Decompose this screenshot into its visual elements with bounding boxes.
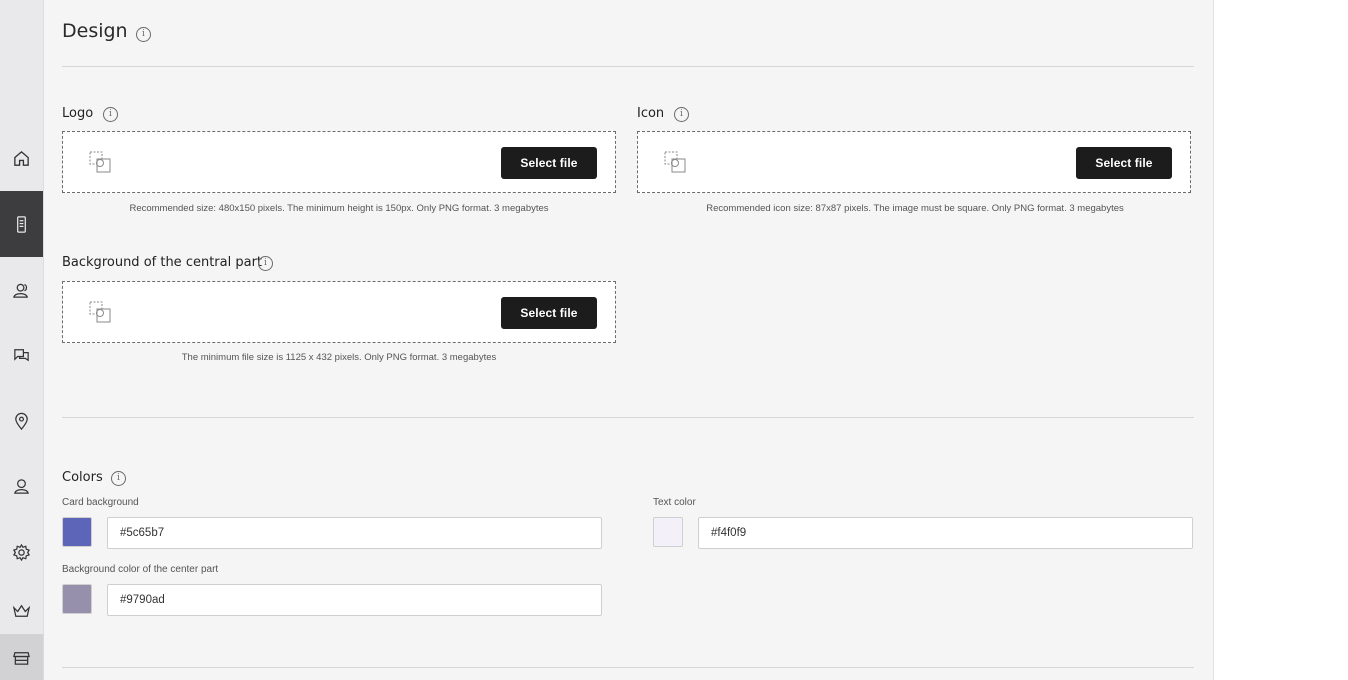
background-label: Background of the central part — [62, 255, 263, 270]
image-placeholder-icon — [89, 301, 111, 323]
home-icon — [14, 150, 29, 166]
sidebar-item-chat[interactable] — [0, 322, 43, 388]
card-background-label: Card background — [62, 497, 139, 508]
center-background-label: Background color of the center part — [62, 564, 219, 575]
sidebar-item-store[interactable] — [0, 634, 43, 680]
center-background-input[interactable]: #9790ad — [107, 584, 602, 616]
sidebar-item-devices[interactable] — [0, 191, 43, 257]
right-pane — [1214, 0, 1348, 680]
icon-info-icon[interactable]: i — [674, 107, 689, 122]
users-icon — [13, 283, 28, 298]
divider — [62, 667, 1194, 668]
logo-info-icon[interactable]: i — [103, 107, 118, 122]
logo-hint: Recommended size: 480x150 pixels. The mi… — [129, 203, 549, 214]
store-icon — [13, 651, 30, 665]
icon-select-file-button[interactable]: Select file — [1076, 147, 1172, 179]
divider — [62, 417, 1194, 418]
crown-icon — [12, 604, 31, 617]
card-background-swatch[interactable] — [62, 517, 92, 547]
background-select-file-button[interactable]: Select file — [501, 297, 597, 329]
design-panel: Design i Logo i Select file Recommended … — [44, 0, 1214, 680]
text-color-input[interactable]: #f4f0f9 — [698, 517, 1193, 549]
icon-label: Icon — [637, 106, 665, 121]
sidebar-item-settings[interactable] — [0, 519, 43, 585]
sidebar-item-locations[interactable] — [0, 388, 43, 454]
colors-info-icon[interactable]: i — [111, 471, 126, 486]
sidebar — [0, 0, 44, 680]
center-background-swatch[interactable] — [62, 584, 92, 614]
icon-hint: Recommended icon size: 87x87 pixels. The… — [706, 203, 1124, 214]
chat-icon — [14, 348, 29, 361]
sidebar-item-home[interactable] — [0, 125, 43, 191]
profile-icon — [14, 478, 29, 494]
page-title: Design — [62, 20, 128, 42]
logo-dropzone[interactable]: Select file — [62, 131, 616, 193]
sidebar-item-users[interactable] — [0, 257, 43, 323]
gear-icon — [12, 543, 31, 561]
logo-select-file-button[interactable]: Select file — [501, 147, 597, 179]
image-placeholder-icon — [664, 151, 686, 173]
card-background-input[interactable]: #5c65b7 — [107, 517, 602, 549]
background-dropzone[interactable]: Select file — [62, 281, 616, 343]
device-icon — [17, 215, 26, 233]
text-color-label: Text color — [653, 497, 696, 508]
location-pin-icon — [15, 412, 28, 430]
divider — [62, 66, 1194, 67]
background-hint: The minimum file size is 1125 x 432 pixe… — [181, 352, 497, 363]
icon-dropzone[interactable]: Select file — [637, 131, 1191, 193]
image-placeholder-icon — [89, 151, 111, 173]
title-info-icon[interactable]: i — [136, 27, 151, 42]
logo-label: Logo — [62, 106, 94, 121]
colors-label: Colors — [62, 470, 103, 485]
background-info-icon[interactable]: i — [258, 256, 273, 271]
sidebar-item-profile[interactable] — [0, 453, 43, 519]
text-color-swatch[interactable] — [653, 517, 683, 547]
